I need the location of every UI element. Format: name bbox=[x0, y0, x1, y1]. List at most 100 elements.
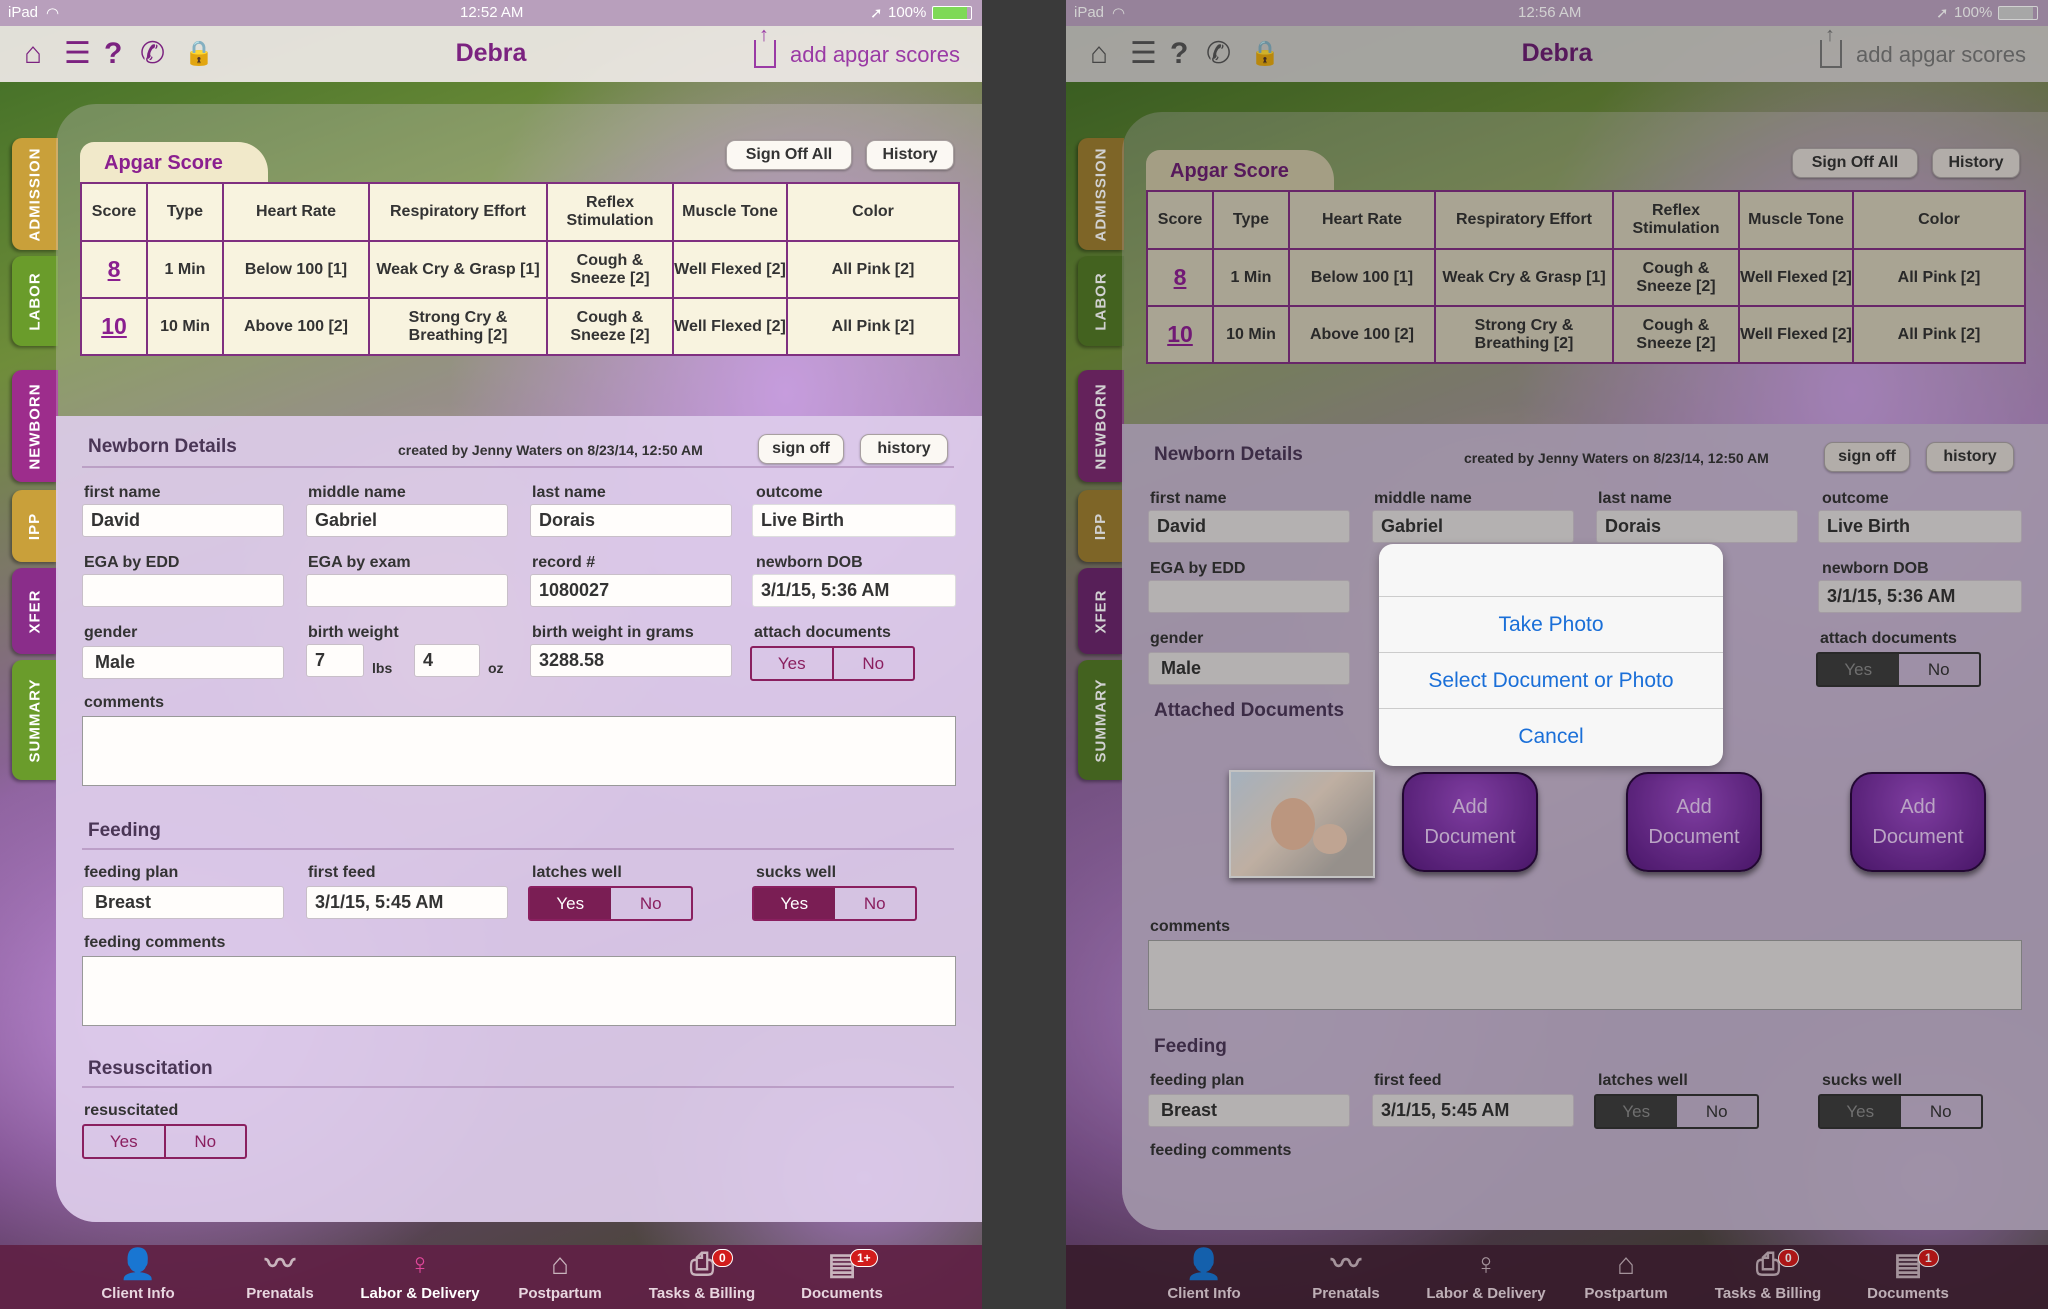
tab-summary[interactable]: SUMMARY bbox=[1078, 660, 1124, 780]
history-button[interactable]: History bbox=[1932, 148, 2020, 178]
tab-xfer[interactable]: XFER bbox=[12, 568, 58, 654]
no-option[interactable]: No bbox=[611, 888, 692, 919]
tab-newborn[interactable]: NEWBORN bbox=[1078, 370, 1124, 482]
middle-name-field[interactable]: Gabriel bbox=[1372, 510, 1574, 543]
tab-postpartum[interactable]: ⌂ Postpartum bbox=[490, 1245, 630, 1302]
table-row[interactable]: 10 10 Min Above 100 [2] Strong Cry & Bre… bbox=[1146, 305, 2026, 364]
oz-field[interactable]: 4 bbox=[414, 644, 480, 677]
tab-labor-delivery[interactable]: ♀ Labor & Delivery bbox=[350, 1245, 490, 1302]
tab-client-info[interactable]: 👤 Client Info bbox=[68, 1245, 208, 1302]
yes-option[interactable]: Yes bbox=[752, 648, 834, 679]
tab-xfer[interactable]: XFER bbox=[1078, 568, 1124, 654]
sucks-toggle[interactable]: Yes No bbox=[752, 886, 917, 921]
ega-exam-field[interactable] bbox=[306, 574, 508, 607]
feeding-plan-select[interactable]: Breast bbox=[1148, 1094, 1350, 1127]
select-document-option[interactable]: Select Document or Photo bbox=[1379, 652, 1723, 708]
ega-edd-field[interactable] bbox=[82, 574, 284, 607]
yes-option[interactable]: Yes bbox=[1596, 1096, 1677, 1127]
last-name-field[interactable]: Dorais bbox=[530, 504, 732, 537]
outcome-select[interactable]: Live Birth bbox=[752, 504, 956, 537]
yes-option[interactable]: Yes bbox=[1818, 654, 1899, 685]
yes-option[interactable]: Yes bbox=[530, 888, 611, 919]
tab-tasks-billing[interactable]: ⎙ Tasks & Billing 0 bbox=[632, 1245, 772, 1302]
sucks-toggle[interactable]: Yes No bbox=[1818, 1094, 1983, 1129]
tab-labor-delivery[interactable]: ♀ Labor & Delivery bbox=[1416, 1245, 1556, 1302]
table-row[interactable]: 8 1 Min Below 100 [1] Weak Cry & Grasp [… bbox=[1146, 248, 2026, 307]
first-feed-field[interactable]: 3/1/15, 5:45 AM bbox=[1372, 1094, 1574, 1127]
outcome-select[interactable]: Live Birth bbox=[1818, 510, 2022, 543]
score-link[interactable]: 10 bbox=[1146, 305, 1214, 364]
tab-admission[interactable]: ADMISSION bbox=[1078, 138, 1124, 250]
record-field[interactable]: 1080027 bbox=[530, 574, 732, 607]
sign-off-all-button[interactable]: Sign Off All bbox=[726, 140, 852, 170]
first-name-field[interactable]: David bbox=[82, 504, 284, 537]
tab-labor[interactable]: LABOR bbox=[1078, 256, 1124, 346]
feeding-comments-field[interactable] bbox=[82, 956, 956, 1026]
sign-off-button[interactable]: sign off bbox=[1824, 442, 1910, 472]
tab-admission[interactable]: ADMISSION bbox=[12, 138, 58, 250]
yes-option[interactable]: Yes bbox=[1820, 1096, 1901, 1127]
yes-option[interactable]: Yes bbox=[84, 1126, 166, 1157]
table-row[interactable]: 8 1 Min Below 100 [1] Weak Cry & Grasp [… bbox=[80, 240, 960, 299]
person-icon: 👤 bbox=[119, 1248, 157, 1281]
tab-documents[interactable]: ▤ Documents 1+ bbox=[772, 1245, 912, 1302]
dob-field[interactable]: 3/1/15, 5:36 AM bbox=[752, 574, 956, 607]
no-option[interactable]: No bbox=[835, 888, 916, 919]
take-photo-option[interactable]: Take Photo bbox=[1379, 596, 1723, 652]
col-header: Score bbox=[1146, 190, 1214, 250]
attached-photo-thumbnail[interactable] bbox=[1229, 770, 1375, 878]
score-link[interactable]: 8 bbox=[1146, 248, 1214, 307]
sign-off-all-button[interactable]: Sign Off All bbox=[1792, 148, 1918, 178]
no-option[interactable]: No bbox=[1901, 1096, 1982, 1127]
tab-prenatals[interactable]: 〰 Prenatals bbox=[210, 1245, 350, 1302]
add-document-button[interactable]: Add Document bbox=[1626, 772, 1762, 872]
sign-off-button[interactable]: sign off bbox=[758, 434, 844, 464]
no-option[interactable]: No bbox=[166, 1126, 246, 1157]
score-link[interactable]: 8 bbox=[80, 240, 148, 299]
tab-newborn[interactable]: NEWBORN bbox=[12, 370, 58, 482]
score-link[interactable]: 10 bbox=[80, 297, 148, 356]
attach-toggle[interactable]: Yes No bbox=[1816, 652, 1981, 687]
tab-ipp[interactable]: IPP bbox=[1078, 490, 1124, 562]
latches-toggle[interactable]: Yes No bbox=[528, 886, 693, 921]
cancel-option[interactable]: Cancel bbox=[1379, 708, 1723, 764]
tab-prenatals[interactable]: 〰 Prenatals bbox=[1276, 1245, 1416, 1302]
tab-ipp[interactable]: IPP bbox=[12, 490, 58, 562]
add-apgar-button[interactable]: add apgar scores bbox=[1820, 24, 2026, 68]
tab-postpartum[interactable]: ⌂ Postpartum bbox=[1556, 1245, 1696, 1302]
history-button[interactable]: history bbox=[1926, 442, 2014, 472]
last-name-field[interactable]: Dorais bbox=[1596, 510, 1798, 543]
comments-field[interactable] bbox=[1148, 940, 2022, 1010]
tab-documents[interactable]: ▤ Documents 1 bbox=[1838, 1245, 1978, 1302]
first-feed-field[interactable]: 3/1/15, 5:45 AM bbox=[306, 886, 508, 919]
table-row[interactable]: 10 10 Min Above 100 [2] Strong Cry & Bre… bbox=[80, 297, 960, 356]
history-button[interactable]: history bbox=[860, 434, 948, 464]
no-option[interactable]: No bbox=[1899, 654, 1980, 685]
middle-name-field[interactable]: Gabriel bbox=[306, 504, 508, 537]
add-document-button[interactable]: Add Document bbox=[1850, 772, 1986, 872]
grams-field[interactable]: 3288.58 bbox=[530, 644, 732, 677]
dob-field[interactable]: 3/1/15, 5:36 AM bbox=[1818, 580, 2022, 613]
tab-tasks-billing[interactable]: ⎙ Tasks & Billing 0 bbox=[1698, 1245, 1838, 1302]
gender-select[interactable]: Male bbox=[82, 646, 284, 679]
latches-toggle[interactable]: Yes No bbox=[1594, 1094, 1759, 1129]
lbs-field[interactable]: 7 bbox=[306, 644, 364, 677]
table-cell: 10 Min bbox=[146, 297, 224, 356]
gender-select[interactable]: Male bbox=[1148, 652, 1350, 685]
tab-summary[interactable]: SUMMARY bbox=[12, 660, 58, 780]
no-option[interactable]: No bbox=[1677, 1096, 1758, 1127]
history-button[interactable]: History bbox=[866, 140, 954, 170]
add-apgar-button[interactable]: add apgar scores bbox=[754, 24, 960, 68]
attach-toggle[interactable]: Yes No bbox=[750, 646, 915, 681]
tab-client-info[interactable]: 👤 Client Info bbox=[1134, 1245, 1274, 1302]
feeding-plan-select[interactable]: Breast bbox=[82, 886, 284, 919]
ega-edd-field[interactable] bbox=[1148, 580, 1350, 613]
no-option[interactable]: No bbox=[834, 648, 914, 679]
yes-option[interactable]: Yes bbox=[754, 888, 835, 919]
add-document-button[interactable]: Add Document bbox=[1402, 772, 1538, 872]
tab-labor[interactable]: LABOR bbox=[12, 256, 58, 346]
comments-field[interactable] bbox=[82, 716, 956, 786]
last-name-label: last name bbox=[1598, 490, 1672, 507]
first-name-field[interactable]: David bbox=[1148, 510, 1350, 543]
resuscitated-toggle[interactable]: Yes No bbox=[82, 1124, 247, 1159]
